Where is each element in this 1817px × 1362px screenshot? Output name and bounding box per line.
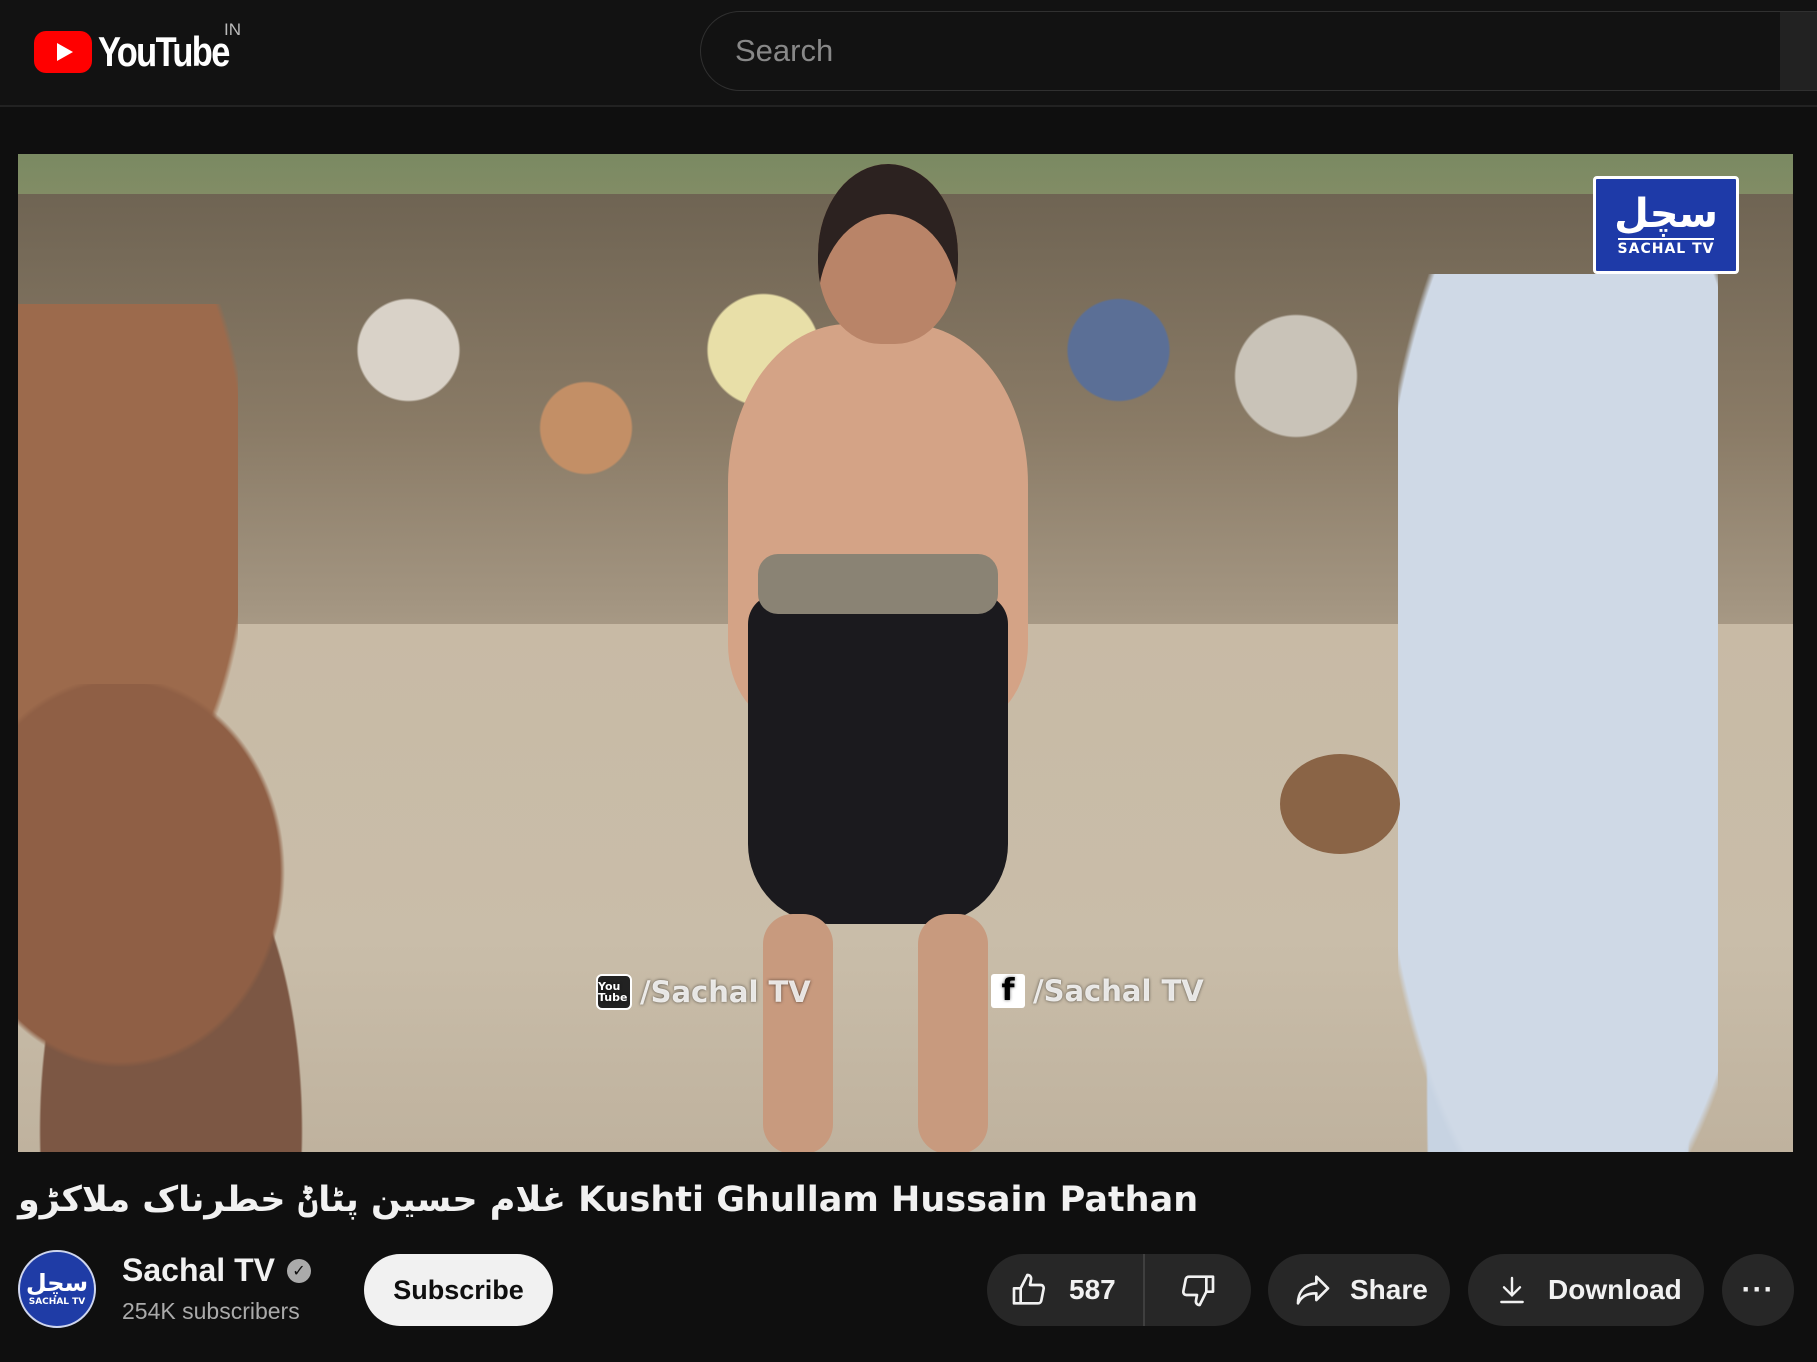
download-label: Download	[1548, 1274, 1682, 1305]
country-code: IN	[224, 20, 241, 39]
avatar-english-text: SACHAL TV	[28, 1297, 86, 1307]
subscriber-count: 254K subscribers	[122, 1298, 300, 1324]
video-player[interactable]: سچل SACHAL TV You Tube /Sachal TV f /Sac…	[18, 154, 1793, 1152]
channel-name[interactable]: Sachal TV	[122, 1252, 275, 1289]
thumbs-up-icon	[1012, 1273, 1046, 1305]
download-icon	[1500, 1276, 1524, 1304]
badge-urdu-text: سچل	[1614, 190, 1718, 237]
subscribe-button[interactable]: Subscribe	[364, 1254, 553, 1326]
youtube-watermark: You Tube /Sachal TV	[596, 974, 811, 1010]
video-ground-wrestler	[18, 684, 358, 1152]
search-button[interactable]	[1780, 11, 1817, 91]
facebook-watermark-text: /Sachal TV	[1033, 974, 1204, 1008]
like-button[interactable]: 587	[987, 1254, 1145, 1326]
share-arrow-icon	[1296, 1275, 1330, 1305]
facebook-icon: f	[991, 974, 1025, 1008]
verified-check-icon: ✓	[286, 1258, 311, 1283]
video-referee	[1398, 274, 1718, 1152]
search-input[interactable]	[701, 12, 1789, 90]
avatar-urdu-text: سچل	[25, 1269, 89, 1297]
thumbs-down-icon	[1181, 1275, 1215, 1307]
search-box[interactable]	[700, 11, 1790, 91]
video-clay-pot	[1280, 754, 1400, 854]
badge-english-text: SACHAL TV	[1617, 237, 1715, 257]
channel-avatar[interactable]: سچل SACHAL TV	[18, 1250, 96, 1328]
video-frame	[18, 154, 1793, 1152]
more-actions-button[interactable]: ···	[1722, 1254, 1794, 1326]
dislike-button[interactable]	[1145, 1254, 1251, 1326]
youtube-logo-icon	[34, 31, 92, 73]
channel-watermark-logo: سچل SACHAL TV	[1593, 176, 1739, 274]
share-label: Share	[1350, 1274, 1428, 1305]
video-title: غلام حسین پٹاݨ خطرناک ملاکڑو Kushti Ghul…	[18, 1180, 1199, 1220]
download-button[interactable]: Download	[1468, 1254, 1704, 1326]
more-dots-icon: ···	[1741, 1273, 1775, 1306]
youtube-watermark-text: /Sachal TV	[640, 975, 811, 1009]
like-count: 587	[1069, 1274, 1116, 1305]
share-button[interactable]: Share	[1268, 1254, 1450, 1326]
masthead: YouTube IN	[0, 0, 1817, 107]
channel-name-row[interactable]: Sachal TV ✓	[122, 1252, 311, 1289]
like-dislike-group: 587	[987, 1254, 1251, 1326]
facebook-watermark: f /Sachal TV	[991, 974, 1204, 1008]
youtube-watermark-icon: You Tube	[596, 974, 632, 1010]
logo-text: YouTube	[98, 28, 230, 75]
